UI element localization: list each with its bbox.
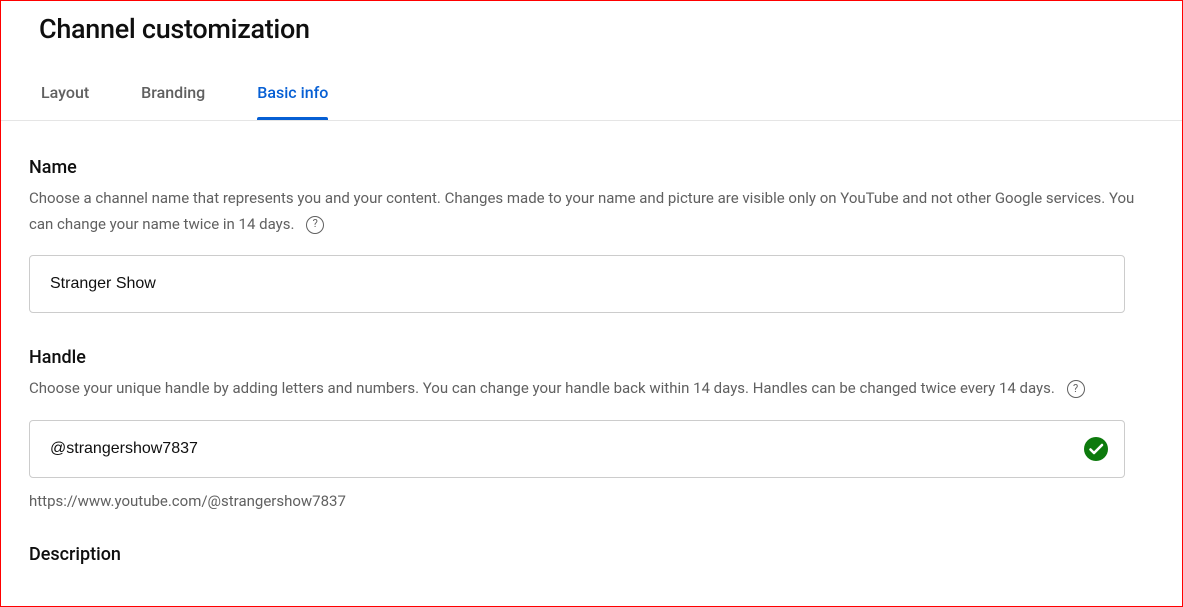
- name-section-title: Name: [29, 157, 1154, 178]
- page-title: Channel customization: [39, 13, 1144, 45]
- name-section: Name Choose a channel name that represen…: [29, 157, 1154, 313]
- handle-help-text: Choose your unique handle by adding lett…: [29, 379, 1055, 397]
- channel-name-input[interactable]: [50, 275, 1104, 293]
- handle-section-title: Handle: [29, 347, 1154, 368]
- channel-name-field[interactable]: [29, 255, 1125, 313]
- handle-section: Handle Choose your unique handle by addi…: [29, 347, 1154, 510]
- channel-handle-input[interactable]: [50, 440, 1104, 458]
- name-section-help: Choose a channel name that represents yo…: [29, 186, 1154, 237]
- description-section: Description: [29, 544, 1154, 565]
- description-section-title: Description: [29, 544, 1154, 565]
- tab-branding[interactable]: Branding: [141, 69, 205, 120]
- tabs-bar: Layout Branding Basic info: [39, 69, 1144, 120]
- help-icon[interactable]: ?: [1067, 380, 1085, 398]
- tab-basic-info[interactable]: Basic info: [257, 69, 328, 120]
- channel-handle-field[interactable]: [29, 420, 1125, 478]
- checkmark-icon: [1084, 437, 1108, 461]
- tab-layout[interactable]: Layout: [41, 69, 89, 120]
- channel-url-text: https://www.youtube.com/@strangershow783…: [29, 492, 1154, 510]
- name-help-text: Choose a channel name that represents yo…: [29, 189, 1134, 233]
- help-icon[interactable]: ?: [306, 216, 324, 234]
- handle-section-help: Choose your unique handle by adding lett…: [29, 376, 1154, 402]
